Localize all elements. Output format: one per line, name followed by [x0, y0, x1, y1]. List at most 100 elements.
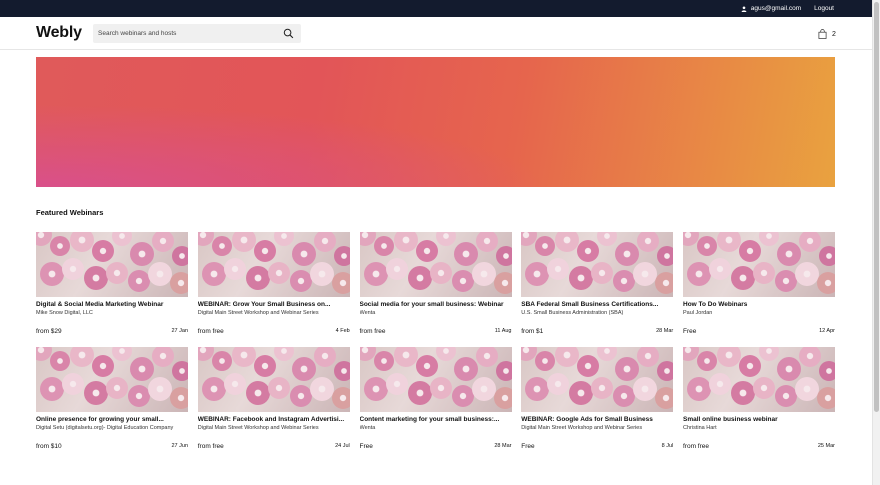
donut-decoration — [84, 266, 108, 290]
donut-decoration — [591, 262, 614, 284]
donut-decoration — [172, 361, 188, 381]
webinar-title[interactable]: WEBINAR: Google Ads for Small Business — [521, 416, 673, 423]
donut-decoration — [817, 387, 835, 409]
donut-decoration — [753, 262, 775, 284]
scrollbar-thumb[interactable] — [874, 2, 879, 412]
webinar-card[interactable]: Content marketing for your small busines… — [359, 347, 512, 462]
webinar-card[interactable]: WEBINAR: Facebook and Instagram Advertis… — [197, 347, 350, 462]
donut-decoration — [547, 258, 570, 280]
donut-decoration — [799, 347, 821, 367]
webinar-thumbnail[interactable] — [359, 347, 512, 412]
donut-decoration — [709, 373, 731, 395]
logout-link[interactable]: Logout — [814, 5, 834, 12]
webinar-host: Wenta — [359, 310, 376, 316]
webinar-title[interactable]: Online presence for growing your small..… — [36, 416, 188, 423]
donut-decoration — [363, 377, 388, 401]
donut-decoration — [415, 355, 438, 377]
donut-decoration — [471, 377, 496, 401]
cart-button[interactable]: 2 — [818, 29, 836, 39]
donut-decoration — [493, 272, 512, 294]
webinar-thumbnail[interactable] — [359, 232, 512, 297]
webinar-card[interactable]: WEBINAR: Grow Your Small Business on... D… — [197, 232, 350, 347]
webinar-title[interactable]: How To Do Webinars — [683, 301, 835, 308]
donut-decoration — [407, 381, 432, 405]
user-account[interactable]: agus@gmail.com — [741, 5, 801, 12]
user-icon — [741, 5, 747, 12]
webinar-thumbnail[interactable] — [521, 232, 674, 297]
donut-decoration — [92, 355, 114, 377]
donut-decoration — [555, 347, 580, 367]
donut-decoration — [313, 347, 336, 367]
webinar-thumbnail[interactable] — [197, 232, 350, 297]
scrollbar[interactable] — [872, 0, 880, 485]
donut-decoration — [231, 232, 256, 252]
webinar-grid: Digital & Social Media Marketing Webinar… — [36, 232, 835, 462]
donut-decoration — [697, 236, 717, 256]
search-icon[interactable] — [283, 28, 294, 39]
donut-decoration — [451, 270, 474, 292]
webinar-title[interactable]: Social media for your small business: We… — [360, 301, 512, 308]
donut-decoration — [569, 381, 594, 405]
webinar-title[interactable]: Small online business webinar — [683, 416, 835, 423]
donut-decoration — [435, 232, 456, 246]
cart-count: 2 — [832, 30, 836, 38]
donut-decoration — [170, 272, 188, 294]
donut-decoration — [407, 266, 432, 290]
webinar-title[interactable]: SBA Federal Small Business Certification… — [521, 301, 673, 308]
donut-decoration — [435, 347, 456, 361]
donut-decoration — [687, 377, 711, 401]
webinar-price: from free — [359, 328, 386, 335]
donut-decoration — [62, 258, 84, 280]
donut-decoration — [597, 232, 618, 246]
donut-decoration — [128, 385, 150, 407]
webinar-host: Digital Setu (digitalsetu.org)- Digital … — [36, 425, 174, 431]
donut-decoration — [777, 357, 801, 381]
donut-decoration — [731, 266, 755, 290]
webinar-thumbnail[interactable] — [36, 347, 188, 412]
donut-decoration — [289, 385, 312, 407]
logo[interactable]: Webly — [36, 24, 82, 42]
donut-decoration — [385, 373, 408, 395]
webinar-card[interactable]: Small online business webinar Christina H… — [683, 347, 835, 462]
webinar-price: from free — [197, 443, 224, 450]
donut-decoration — [313, 232, 336, 252]
donut-decoration — [493, 387, 512, 409]
donut-decoration — [128, 270, 150, 292]
webinar-title[interactable]: WEBINAR: Grow Your Small Business on... — [198, 301, 350, 308]
webinar-thumbnail[interactable] — [521, 347, 674, 412]
search-input[interactable] — [93, 30, 278, 37]
donut-decoration — [657, 361, 674, 381]
donut-decoration — [759, 232, 779, 246]
webinar-thumbnail[interactable] — [197, 347, 350, 412]
donut-decoration — [471, 262, 496, 286]
donut-decoration — [130, 242, 154, 266]
webinar-card[interactable]: SBA Federal Small Business Certification… — [521, 232, 674, 347]
webinar-title[interactable]: WEBINAR: Facebook and Instagram Advertis… — [198, 416, 350, 423]
webinar-thumbnail[interactable] — [683, 347, 835, 412]
donut-decoration — [50, 351, 70, 371]
webinar-card[interactable]: Social media for your small business: We… — [359, 232, 512, 347]
webinar-card[interactable]: Digital & Social Media Marketing Webinar… — [36, 232, 188, 347]
donut-decoration — [555, 232, 580, 252]
webinar-card[interactable]: How To Do Webinars Paul Jordan Free 12 Apr — [683, 232, 835, 347]
donut-decoration — [525, 262, 550, 286]
donut-decoration — [655, 272, 674, 294]
webinar-card[interactable]: Online presence for growing your small..… — [36, 347, 188, 462]
webinar-host: Wenta — [359, 425, 376, 431]
webinar-card[interactable]: WEBINAR: Google Ads for Small Business Di… — [521, 347, 674, 462]
webinar-title[interactable]: Digital & Social Media Marketing Webinar — [36, 301, 188, 308]
donut-decoration — [40, 262, 64, 286]
donut-decoration — [106, 262, 128, 284]
webinar-thumbnail[interactable] — [683, 232, 835, 297]
donut-decoration — [799, 232, 821, 252]
webinar-date: 8 Jul — [661, 443, 674, 449]
donut-decoration — [495, 246, 512, 266]
donut-decoration — [373, 351, 394, 371]
webinar-price: from $10 — [36, 443, 62, 450]
donut-decoration — [613, 270, 636, 292]
donut-decoration — [331, 387, 350, 409]
donut-decoration — [62, 373, 84, 395]
webinar-title[interactable]: Content marketing for your small busines… — [360, 416, 512, 423]
webinar-thumbnail[interactable] — [36, 232, 188, 297]
donut-decoration — [393, 232, 418, 252]
